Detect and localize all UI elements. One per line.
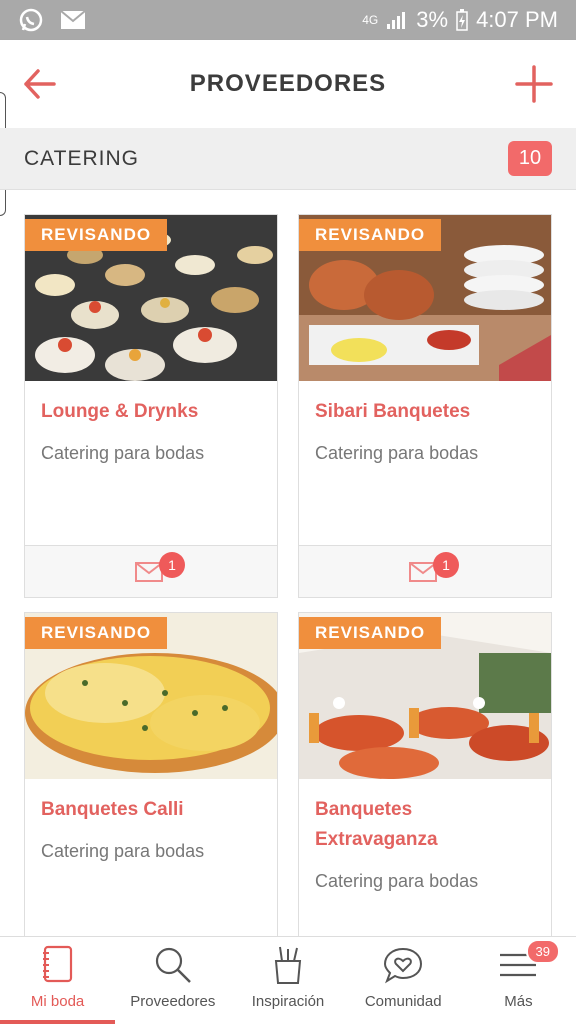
- category-header: CATERING 10: [0, 128, 576, 190]
- mail-icon: [60, 10, 86, 29]
- battery-icon: [456, 9, 468, 31]
- nav-item-comunidad[interactable]: Comunidad: [346, 937, 461, 1024]
- nav-item-mas[interactable]: Más 39: [461, 937, 576, 1024]
- vendor-card[interactable]: REVISANDO Lounge & Drynks Catering para …: [24, 214, 278, 598]
- nav-item-inspiracion[interactable]: Inspiración: [230, 937, 345, 1024]
- vendor-category: Catering para bodas: [315, 443, 479, 463]
- vendor-card[interactable]: REVISANDO Sibari Banquetes Catering para…: [298, 214, 552, 598]
- pencil-cup-icon: [274, 946, 302, 984]
- vendor-name[interactable]: Banquetes Calli: [41, 795, 263, 825]
- page-title: PROVEEDORES: [189, 70, 387, 97]
- search-icon: [155, 947, 191, 983]
- status-bar: 4G 3% 4:07 PM: [0, 0, 576, 40]
- notification-badge: 39: [525, 939, 561, 964]
- notebook-icon: [42, 945, 72, 983]
- vendor-card[interactable]: REVISANDO Banquetes Extravaganza Caterin…: [298, 612, 552, 952]
- add-icon[interactable]: [514, 64, 554, 104]
- vendor-card[interactable]: REVISANDO Banquetes Calli Catering para …: [24, 612, 278, 952]
- whatsapp-icon: [19, 8, 43, 32]
- clock: 4:07 PM: [476, 7, 558, 32]
- battery-percent: 3%: [416, 7, 449, 32]
- status-tag: REVISANDO: [299, 219, 442, 251]
- status-tag: REVISANDO: [299, 617, 442, 649]
- status-tag: REVISANDO: [25, 617, 168, 649]
- card-footer[interactable]: 1: [25, 545, 277, 597]
- bottom-navigation: Mi boda Proveedores Inspiración Comunida…: [0, 936, 576, 1024]
- vendor-name[interactable]: Sibari Banquetes: [315, 397, 537, 427]
- vendor-category: Catering para bodas: [315, 871, 479, 891]
- vendor-category: Catering para bodas: [41, 443, 205, 463]
- nav-label: Proveedores: [130, 993, 216, 1010]
- message-count-badge: 1: [433, 552, 459, 578]
- app-bar: PROVEEDORES: [0, 40, 576, 128]
- category-title: CATERING: [24, 146, 139, 170]
- category-count-badge: 10: [508, 141, 552, 176]
- nav-item-proveedores[interactable]: Proveedores: [115, 937, 230, 1024]
- nav-label: Inspiración: [251, 993, 325, 1010]
- vendor-category: Catering para bodas: [41, 841, 205, 861]
- nav-label: Comunidad: [364, 993, 442, 1010]
- network-type: 4G: [362, 13, 379, 27]
- nav-label: Más: [504, 993, 533, 1010]
- vendor-name[interactable]: Lounge & Drynks: [41, 397, 263, 427]
- nav-label: Mi boda: [30, 993, 85, 1010]
- signal-icon: [387, 12, 406, 29]
- message-count-badge: 1: [159, 552, 185, 578]
- nav-item-mi-boda[interactable]: Mi boda: [0, 937, 116, 1024]
- status-tag: REVISANDO: [25, 219, 168, 251]
- card-footer[interactable]: 1: [299, 545, 551, 597]
- chat-heart-icon: [384, 947, 423, 984]
- back-arrow-icon[interactable]: [22, 64, 58, 104]
- vendor-name[interactable]: Banquetes Extravaganza: [315, 795, 537, 855]
